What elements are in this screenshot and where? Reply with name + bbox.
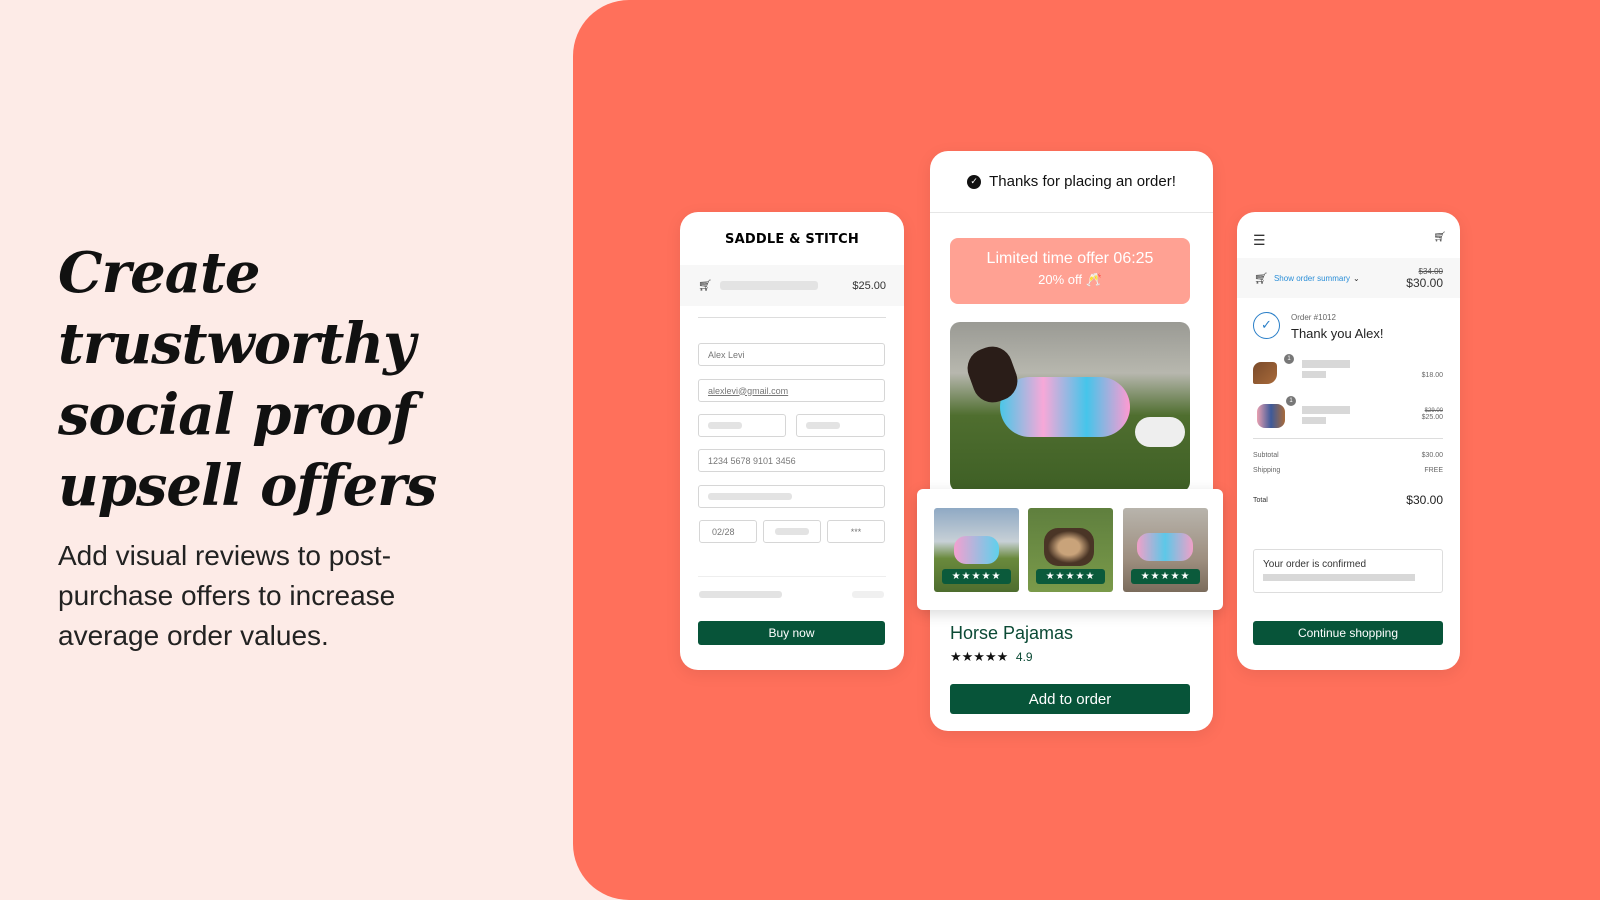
menu-icon[interactable]: ☰ bbox=[1253, 232, 1266, 249]
offer-banner: Limited time offer 06:25 20% off 🥂 bbox=[950, 238, 1190, 304]
total-value: $30.00 bbox=[1406, 493, 1443, 507]
subtotal-label: Subtotal bbox=[1253, 452, 1279, 459]
check-circle-icon: ✓ bbox=[967, 174, 982, 189]
review-photo[interactable]: ★★★★★ bbox=[1028, 508, 1113, 592]
total-label: Total bbox=[1253, 497, 1268, 504]
item-image bbox=[1257, 404, 1285, 428]
add-to-order-button[interactable]: Add to order bbox=[950, 684, 1190, 714]
headline: Create trustworthy social proof upsell o… bbox=[58, 238, 478, 522]
old-total: $34.00 bbox=[1418, 266, 1443, 276]
review-stars: ★★★★★ bbox=[1036, 569, 1105, 584]
rating-value: 4.9 bbox=[1015, 650, 1033, 664]
qty-badge: 1 bbox=[1286, 396, 1296, 406]
item-price: $18.00 bbox=[1421, 372, 1443, 379]
review-photos: ★★★★★ ★★★★★ ★★★★★ bbox=[917, 489, 1223, 610]
order-confirmation-card: ☰ 🛒︎ 🛒︎ Show order summary ⌄ $34.00 $30.… bbox=[1237, 212, 1460, 670]
placeholder bbox=[719, 281, 818, 290]
headline-line: Create bbox=[58, 240, 260, 306]
summary-total: $30.00 bbox=[1406, 275, 1443, 290]
review-photo[interactable]: ★★★★★ bbox=[934, 508, 1019, 592]
subtitle: Add visual reviews to post-purchase offe… bbox=[58, 540, 396, 651]
product-rating: ★★★★★ 4.9 bbox=[950, 649, 1033, 665]
product-image bbox=[950, 322, 1190, 492]
placeholder bbox=[699, 591, 782, 598]
continue-shopping-button[interactable]: Continue shopping bbox=[1253, 621, 1443, 645]
rating-stars: ★★★★★ bbox=[950, 649, 1009, 664]
divider bbox=[698, 576, 886, 577]
thanks-heading: Thanks for placing an order! bbox=[989, 173, 1176, 190]
order-number: Order #1012 bbox=[1291, 313, 1336, 322]
address-field[interactable] bbox=[698, 485, 885, 508]
subtotal-value: $30.00 bbox=[1421, 452, 1443, 459]
show-order-summary-link[interactable]: Show order summary bbox=[1274, 274, 1350, 283]
cvv-field[interactable]: *** bbox=[827, 520, 885, 543]
checkout-card: SADDLE & STITCH 🛒︎ $25.00 Alex Levi alex… bbox=[680, 212, 904, 670]
brand-logo: SADDLE & STITCH bbox=[725, 232, 859, 247]
cart-summary-bar[interactable]: 🛒︎ $25.00 bbox=[680, 265, 904, 306]
item-image bbox=[1253, 362, 1277, 384]
offer-timer: Limited time offer 06:25 bbox=[986, 250, 1154, 267]
offer-discount: 20% off 🥂 bbox=[1038, 272, 1102, 287]
review-stars: ★★★★★ bbox=[942, 569, 1011, 584]
review-photo[interactable]: ★★★★★ bbox=[1123, 508, 1208, 592]
email-field[interactable]: alexlevi@gmail.com bbox=[698, 379, 885, 402]
shipping-label: Shipping bbox=[1253, 467, 1281, 474]
check-circle-icon: ✓ bbox=[1253, 312, 1280, 339]
product-name: Horse Pajamas bbox=[950, 623, 1074, 643]
cart-total: $25.00 bbox=[852, 279, 886, 292]
divider bbox=[1253, 438, 1443, 439]
review-stars: ★★★★★ bbox=[1131, 569, 1200, 584]
headline-line: trustworthy bbox=[58, 311, 416, 377]
cart-icon: 🛒︎ bbox=[698, 280, 712, 292]
headline-line: upsell offers bbox=[58, 453, 437, 519]
thank-you-heading: Thank you Alex! bbox=[1291, 326, 1384, 341]
shipping-value: FREE bbox=[1424, 467, 1443, 474]
buy-now-button[interactable]: Buy now bbox=[698, 621, 885, 645]
placeholder bbox=[852, 591, 884, 598]
confirmed-text: Your order is confirmed bbox=[1263, 559, 1367, 570]
expiry-field[interactable]: 02/28 bbox=[699, 520, 757, 543]
order-confirmed-box: Your order is confirmed bbox=[1253, 549, 1443, 593]
chevron-down-icon: ⌄ bbox=[1353, 273, 1360, 283]
divider bbox=[698, 317, 886, 318]
headline-line: social proof bbox=[58, 382, 416, 448]
hero: Create trustworthy social proof upsell o… bbox=[58, 238, 478, 656]
order-summary-bar[interactable]: 🛒︎ Show order summary ⌄ $34.00 $30.00 bbox=[1237, 258, 1460, 298]
upsell-offer-card: ✓ Thanks for placing an order! Limited t… bbox=[930, 151, 1213, 731]
card-number-field[interactable]: 1234 5678 9101 3456 bbox=[698, 449, 885, 472]
first-field[interactable] bbox=[698, 414, 786, 437]
cart-icon[interactable]: 🛒︎ bbox=[1433, 232, 1446, 243]
cart-icon: 🛒︎ bbox=[1254, 272, 1268, 285]
item-price: $25.00 bbox=[1421, 414, 1443, 421]
qty-badge: 1 bbox=[1284, 354, 1294, 364]
name-field[interactable]: Alex Levi bbox=[698, 343, 885, 366]
last-field[interactable] bbox=[796, 414, 885, 437]
zip-field[interactable] bbox=[763, 520, 821, 543]
